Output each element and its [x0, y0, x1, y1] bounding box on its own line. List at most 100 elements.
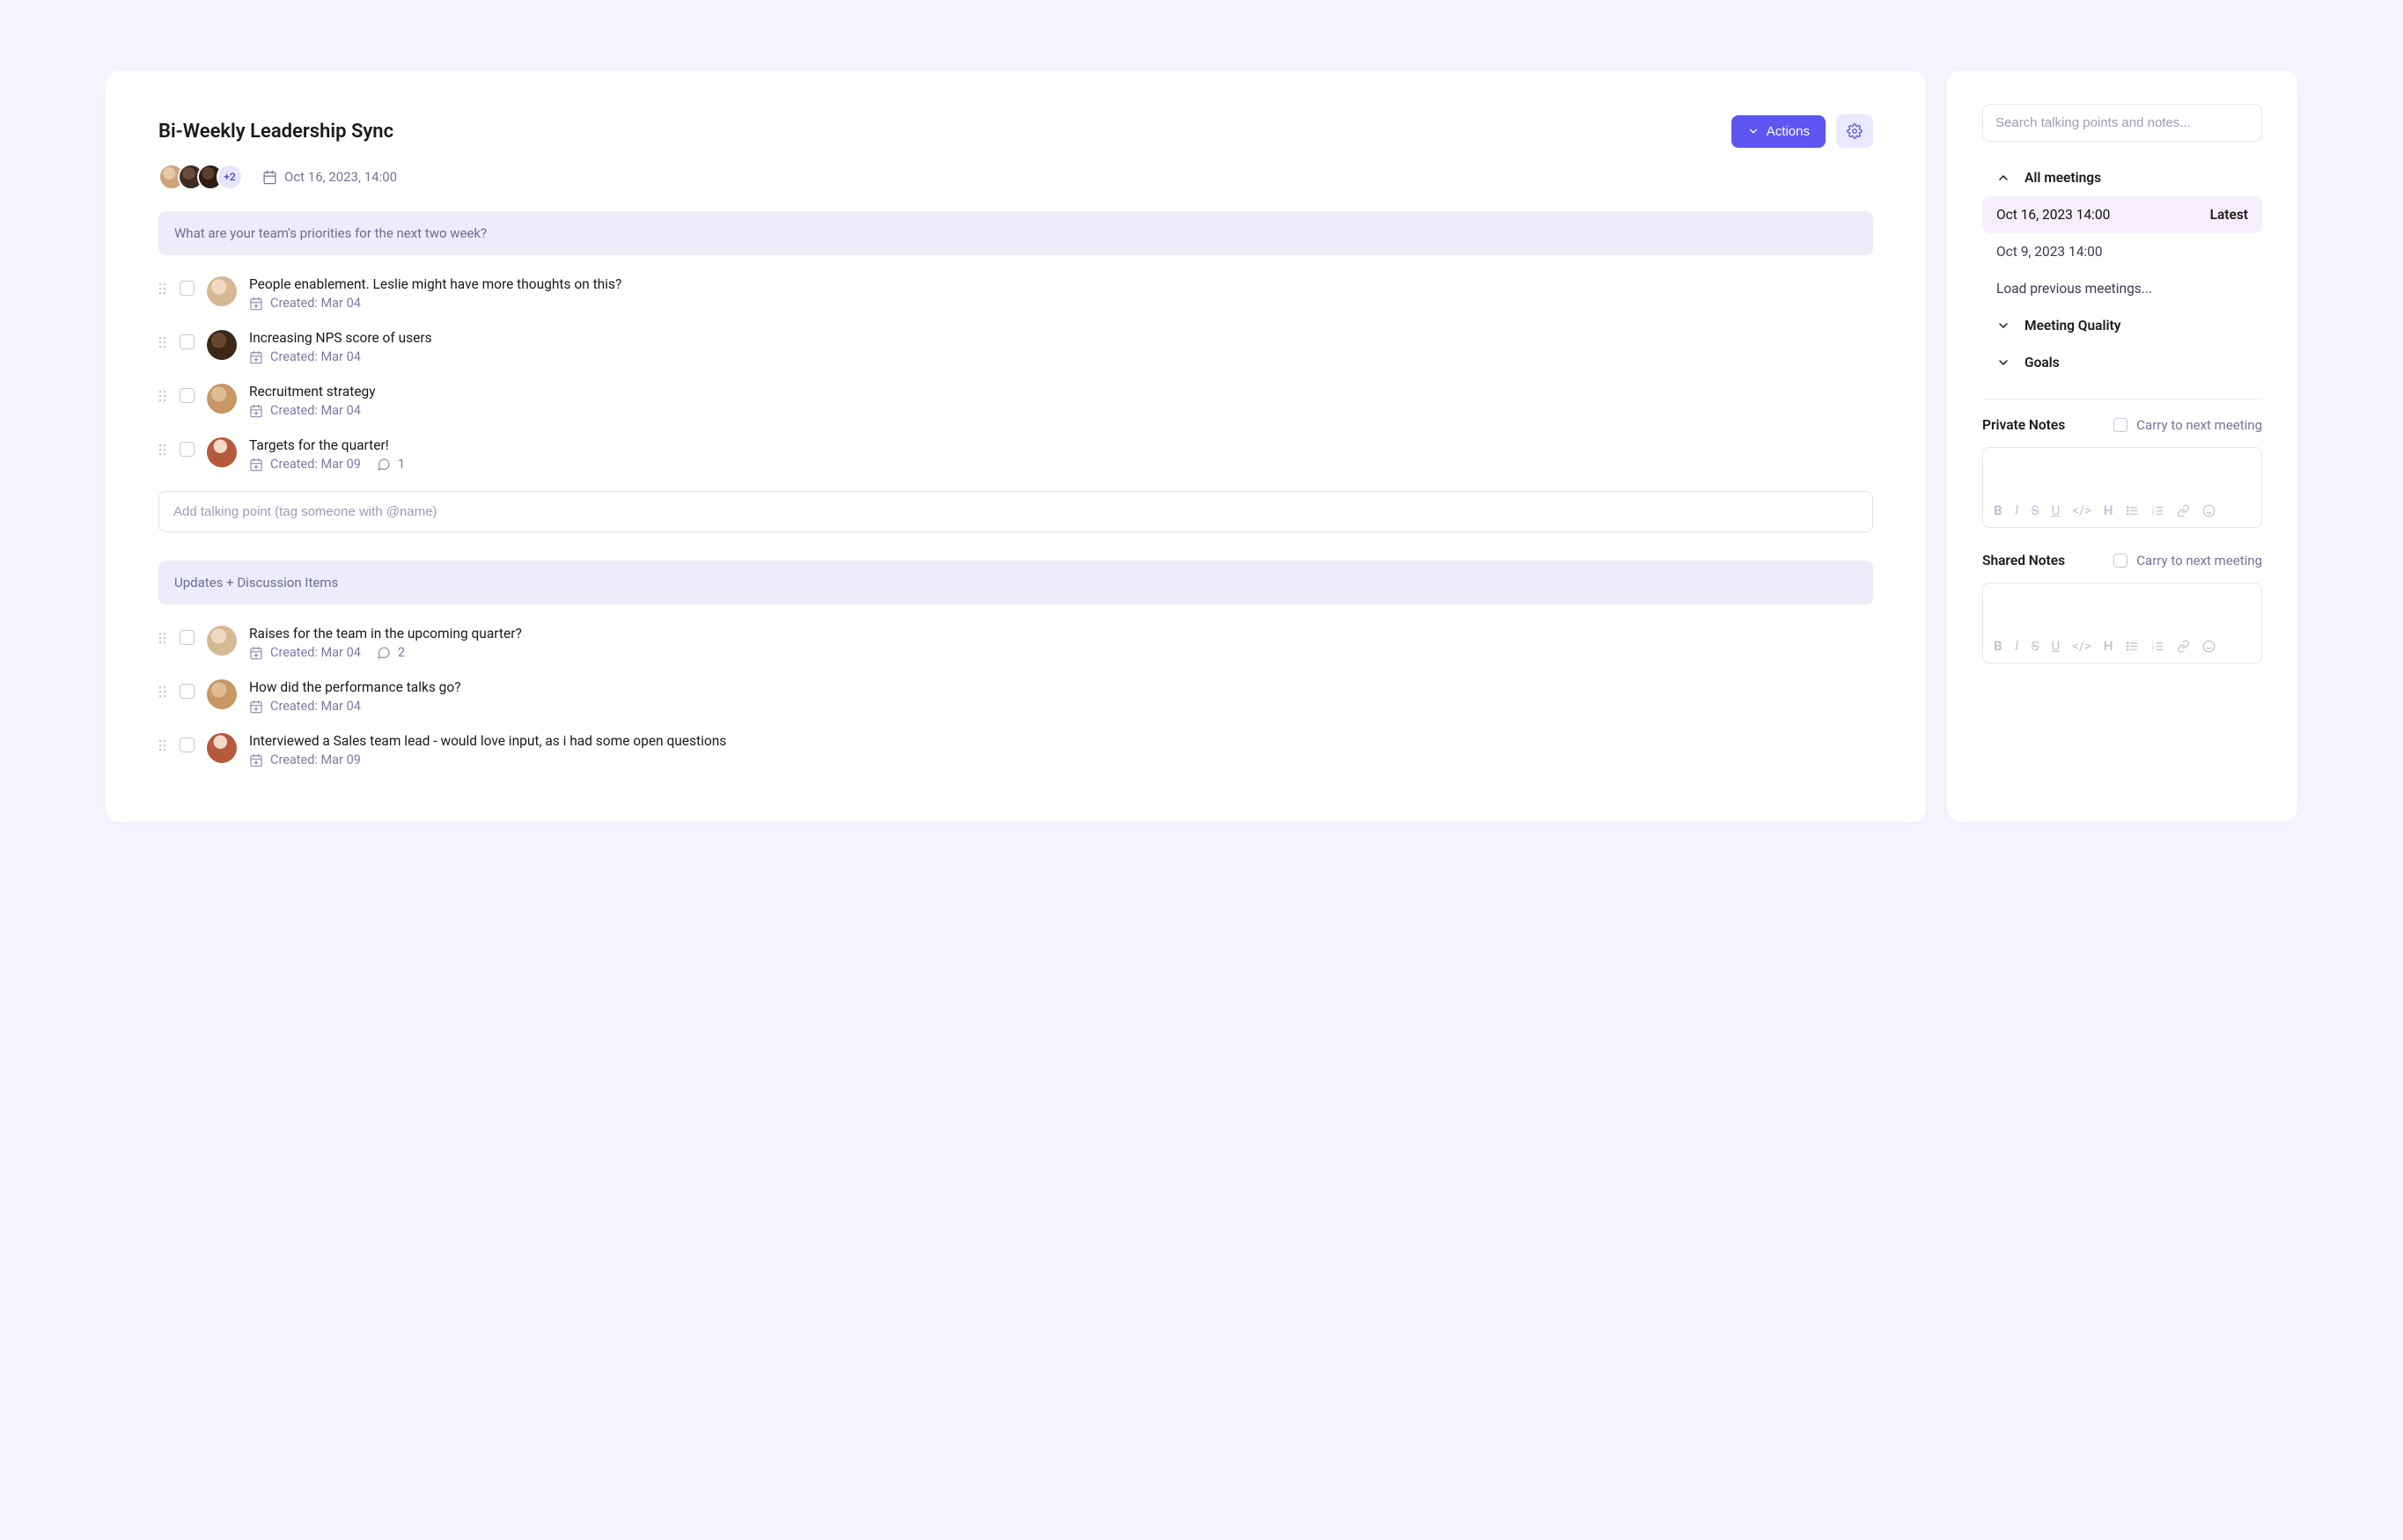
italic-icon[interactable]: I	[2015, 639, 2019, 654]
drag-handle-icon[interactable]	[158, 282, 167, 296]
all-meetings-toggle[interactable]: All meetings	[1982, 159, 2262, 196]
main-panel: Bi-Weekly Leadership Sync Actions +2	[106, 70, 1926, 822]
item-title[interactable]: People enablement. Leslie might have mor…	[249, 276, 1873, 292]
carry-label: Carry to next meeting	[2136, 553, 2262, 568]
actions-button[interactable]: Actions	[1731, 115, 1826, 148]
drag-handle-icon[interactable]	[158, 631, 167, 645]
chevron-down-icon	[1996, 356, 2010, 370]
list-item: People enablement. Leslie might have mor…	[158, 276, 1873, 311]
item-checkbox[interactable]	[180, 334, 195, 349]
list-item: Targets for the quarter!Created: Mar 091	[158, 437, 1873, 472]
comment-count[interactable]: 2	[377, 645, 405, 660]
load-previous-meetings[interactable]: Load previous meetings...	[1982, 270, 2262, 307]
bullet-list-icon[interactable]	[2126, 640, 2139, 653]
created-date: Created: Mar 04	[249, 403, 361, 418]
checkbox[interactable]	[2113, 418, 2127, 432]
settings-button[interactable]	[1836, 114, 1873, 148]
heading-icon[interactable]: H	[2104, 638, 2113, 654]
editor-toolbar: B I S U </> H 123	[1994, 502, 2251, 518]
avatar	[207, 330, 237, 360]
item-checkbox[interactable]	[180, 684, 195, 699]
actions-label: Actions	[1767, 124, 1810, 139]
link-icon[interactable]	[2177, 504, 2190, 517]
meeting-quality-toggle[interactable]: Meeting Quality	[1982, 307, 2262, 344]
priorities-prompt: What are your team's priorities for the …	[158, 211, 1873, 255]
calendar-icon	[262, 170, 277, 185]
meeting-quality-label: Meeting Quality	[2025, 318, 2120, 334]
drag-handle-icon[interactable]	[158, 738, 167, 752]
item-checkbox[interactable]	[180, 630, 195, 645]
private-notes-editor[interactable]: B I S U </> H 123	[1982, 447, 2262, 528]
strike-icon[interactable]: S	[2032, 502, 2039, 518]
search-input[interactable]	[1982, 104, 2262, 142]
italic-icon[interactable]: I	[2015, 503, 2019, 518]
list-item: Raises for the team in the upcoming quar…	[158, 626, 1873, 660]
chevron-down-icon	[1996, 319, 2010, 333]
number-list-icon[interactable]: 123	[2151, 640, 2164, 653]
code-icon[interactable]: </>	[2072, 502, 2091, 518]
created-date: Created: Mar 04	[249, 645, 361, 660]
created-date: Created: Mar 04	[249, 699, 361, 714]
bold-icon[interactable]: B	[1994, 502, 2002, 518]
meeting-date-label: Oct 9, 2023 14:00	[1996, 244, 2103, 260]
carry-label: Carry to next meeting	[2136, 417, 2262, 433]
divider	[1982, 399, 2262, 400]
item-title[interactable]: Raises for the team in the upcoming quar…	[249, 626, 1873, 642]
add-talking-point-input[interactable]	[158, 491, 1873, 532]
drag-handle-icon[interactable]	[158, 389, 167, 403]
svg-text:3: 3	[2151, 512, 2154, 517]
avatar-more[interactable]: +2	[217, 164, 243, 190]
header-actions: Actions	[1731, 114, 1873, 148]
all-meetings-label: All meetings	[2025, 170, 2101, 186]
updates-list: Raises for the team in the upcoming quar…	[158, 626, 1873, 767]
private-notes-header: Private Notes Carry to next meeting	[1982, 417, 2262, 433]
link-icon[interactable]	[2177, 640, 2190, 653]
avatar	[207, 276, 237, 306]
list-item: Recruitment strategy Created: Mar 04	[158, 384, 1873, 418]
emoji-icon[interactable]	[2202, 504, 2216, 517]
item-checkbox[interactable]	[180, 388, 195, 403]
heading-icon[interactable]: H	[2104, 502, 2113, 518]
carry-private-toggle[interactable]: Carry to next meeting	[2113, 417, 2262, 433]
avatar	[207, 679, 237, 709]
chevron-down-icon	[1747, 125, 1760, 137]
carry-shared-toggle[interactable]: Carry to next meeting	[2113, 553, 2262, 568]
item-title[interactable]: Targets for the quarter!	[249, 437, 1873, 453]
item-checkbox[interactable]	[180, 442, 195, 457]
code-icon[interactable]: </>	[2072, 638, 2091, 654]
checkbox[interactable]	[2113, 554, 2127, 568]
item-title[interactable]: Increasing NPS score of users	[249, 330, 1873, 346]
meeting-date: Oct 16, 2023, 14:00	[262, 169, 397, 185]
created-date: Created: Mar 09	[249, 752, 361, 767]
drag-handle-icon[interactable]	[158, 685, 167, 699]
avatar	[207, 626, 237, 656]
underline-icon[interactable]: U	[2051, 638, 2060, 654]
avatar	[207, 437, 237, 467]
item-title[interactable]: How did the performance talks go?	[249, 679, 1873, 695]
drag-handle-icon[interactable]	[158, 443, 167, 457]
created-date: Created: Mar 04	[249, 296, 361, 311]
shared-notes-editor[interactable]: B I S U </> H 123	[1982, 583, 2262, 664]
goals-toggle[interactable]: Goals	[1982, 344, 2262, 381]
participant-avatars[interactable]: +2	[158, 164, 243, 190]
strike-icon[interactable]: S	[2032, 638, 2039, 654]
bold-icon[interactable]: B	[1994, 638, 2002, 654]
shared-notes-header: Shared Notes Carry to next meeting	[1982, 553, 2262, 568]
number-list-icon[interactable]: 123	[2151, 504, 2164, 517]
emoji-icon[interactable]	[2202, 640, 2216, 653]
item-title[interactable]: Interviewed a Sales team lead - would lo…	[249, 733, 1873, 749]
item-checkbox[interactable]	[180, 281, 195, 296]
bullet-list-icon[interactable]	[2126, 504, 2139, 517]
meeting-row[interactable]: Oct 16, 2023 14:00Latest	[1982, 196, 2262, 233]
underline-icon[interactable]: U	[2051, 502, 2060, 518]
shared-notes-label: Shared Notes	[1982, 553, 2065, 568]
chevron-up-icon	[1996, 171, 2010, 185]
item-title[interactable]: Recruitment strategy	[249, 384, 1873, 400]
meeting-row[interactable]: Oct 9, 2023 14:00	[1982, 233, 2262, 270]
meetings-list: Oct 16, 2023 14:00Latest Oct 9, 2023 14:0…	[1982, 196, 2262, 270]
comment-count[interactable]: 1	[377, 457, 405, 472]
item-checkbox[interactable]	[180, 737, 195, 752]
side-panel: All meetings Oct 16, 2023 14:00LatestOct…	[1947, 70, 2297, 822]
drag-handle-icon[interactable]	[158, 335, 167, 349]
list-item: How did the performance talks go? Created…	[158, 679, 1873, 714]
